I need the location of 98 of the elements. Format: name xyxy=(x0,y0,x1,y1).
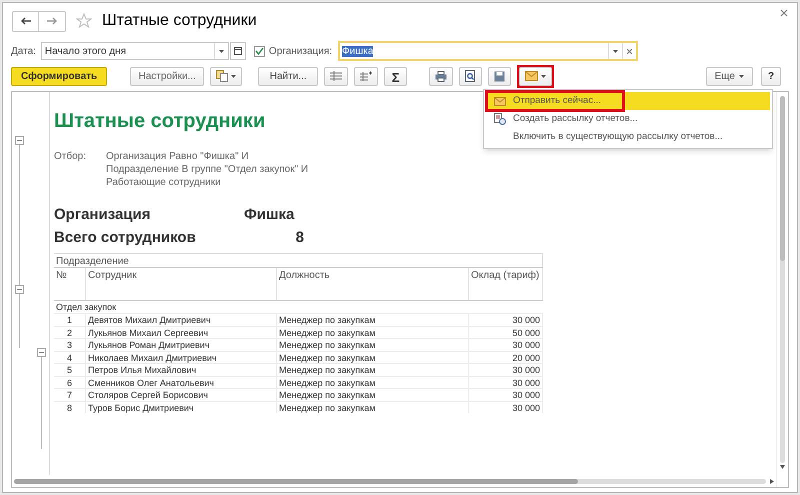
caret-icon xyxy=(541,74,546,78)
preview-button[interactable] xyxy=(459,66,482,86)
menu-item[interactable]: Создать рассылку отчетов... xyxy=(486,110,770,128)
grid-icon xyxy=(330,71,342,81)
more-button[interactable]: Еще xyxy=(706,66,753,86)
column-header: Сотрудник xyxy=(85,268,276,300)
magnifier-page-icon xyxy=(465,70,476,82)
calendar-button[interactable] xyxy=(230,42,246,60)
table-cell: Туров Борис Дмитриевич xyxy=(85,402,276,413)
caret-icon xyxy=(613,50,618,52)
table-cell: 30 000 xyxy=(468,376,543,388)
table-cell: 30 000 xyxy=(468,402,543,413)
back-arrow-icon xyxy=(20,17,30,25)
find-button[interactable]: Найти... xyxy=(258,66,318,86)
window-title: Штатные сотрудники xyxy=(102,11,257,31)
table-cell: Менеджер по закупкам xyxy=(276,376,468,388)
table-cell-text: 6 xyxy=(66,376,73,388)
scroll-right-icon xyxy=(770,478,774,484)
table-cell-text: 4 xyxy=(66,352,73,363)
caret-icon xyxy=(739,74,744,78)
summary-value: 8 xyxy=(294,228,304,248)
summary-label: Организация xyxy=(54,205,152,225)
star-icon xyxy=(76,13,92,29)
date-field[interactable]: Начало этого дня xyxy=(40,42,229,60)
column-header: Подразделение xyxy=(56,256,129,267)
send-button[interactable] xyxy=(519,66,552,86)
table-cell: Менеджер по закупкам xyxy=(276,364,468,376)
print-button[interactable] xyxy=(429,66,454,86)
caret-icon xyxy=(218,50,224,52)
column-header: № xyxy=(55,269,68,283)
table-cell-text: 5 xyxy=(66,364,73,376)
table-cell: 30 000 xyxy=(468,389,543,400)
table-cell: Лукьянов Роман Дмитриевич xyxy=(85,339,276,350)
table-cell: Петров Илья Михайлович xyxy=(85,364,276,376)
scroll-down-icon xyxy=(780,465,785,469)
table-cell: Менеджер по закупкам xyxy=(276,402,468,413)
table-cell: 50 000 xyxy=(468,326,543,338)
save-button[interactable] xyxy=(488,66,512,86)
generate-button[interactable]: Сформировать xyxy=(11,66,108,86)
table-cell-text: 2 xyxy=(66,326,73,338)
summary-label: Всего сотрудников xyxy=(54,228,197,248)
table-cell: Менеджер по закупкам xyxy=(276,314,468,326)
table-cell-text: 3 xyxy=(66,339,73,350)
table-cell: Девятов Михаил Дмитриевич xyxy=(85,314,276,326)
close-button[interactable] xyxy=(780,9,788,17)
checkmark-icon xyxy=(254,47,264,55)
table-cell: 30 000 xyxy=(468,364,543,376)
table-cell: Менеджер по закупкам xyxy=(276,352,468,363)
help-button[interactable]: ? xyxy=(761,66,781,86)
filter-condition: Работающие сотрудники xyxy=(106,176,222,189)
collapse-icon xyxy=(15,136,24,145)
table-cell: 30 000 xyxy=(468,314,543,326)
copy-button[interactable] xyxy=(210,66,242,86)
calendar-icon xyxy=(234,47,242,55)
date-label: Дата: xyxy=(11,44,36,58)
table-cell: Менеджер по закупкам xyxy=(276,326,468,338)
table-cell: 30 000 xyxy=(468,339,543,350)
menu-item[interactable]: Отправить сейчас... xyxy=(486,92,770,110)
vertical-scrollbar[interactable] xyxy=(780,96,785,463)
table-cell: Сменников Олег Анатольевич xyxy=(85,376,276,388)
collapse-icon xyxy=(37,348,46,357)
caret-icon xyxy=(231,74,236,78)
grid-plus-icon xyxy=(360,71,372,81)
table-cell: Лукьянов Михаил Сергеевич xyxy=(85,326,276,338)
column-header: Оклад (тариф) xyxy=(468,268,543,300)
table-cell-text: 8 xyxy=(66,402,73,413)
table-cell: Менеджер по закупкам xyxy=(276,389,468,400)
column-header: Должность xyxy=(276,268,468,300)
close-icon xyxy=(780,9,788,17)
group-row: Отдел закупок xyxy=(56,302,116,312)
settings-button[interactable]: Настройки... xyxy=(130,66,204,86)
report-schedule-icon xyxy=(494,113,506,125)
summary-value: Фишка xyxy=(244,205,294,225)
report-title: Штатные сотрудники xyxy=(54,109,266,134)
clear-icon xyxy=(627,48,632,54)
expand-button[interactable] xyxy=(354,66,378,86)
table-cell-text: 7 xyxy=(66,389,73,400)
copy-icon xyxy=(216,70,228,82)
filter-condition: Подразделение В группе "Отдел закупок" И xyxy=(106,163,308,176)
forward-arrow-icon xyxy=(47,17,57,25)
organization-label: Организация: xyxy=(268,44,332,58)
filter-label: Отбор: xyxy=(54,150,87,164)
table-cell: Менеджер по закупкам xyxy=(276,339,468,350)
sum-button[interactable]: Σ xyxy=(384,66,408,86)
table-cell: Николаев Михаил Дмитриевич xyxy=(85,352,276,363)
horizontal-scrollbar[interactable] xyxy=(14,478,766,484)
collapse-icon xyxy=(15,285,24,294)
table-cell: 20 000 xyxy=(468,352,543,363)
table-cell: Столяров Сергей Борисович xyxy=(85,389,276,400)
group-button[interactable] xyxy=(324,66,348,86)
menu-item[interactable]: Включить в существующую рассылку отчетов... xyxy=(486,128,770,146)
organization-field[interactable]: Фишка xyxy=(338,41,638,61)
table-cell-text: 1 xyxy=(66,314,73,326)
filter-condition: Организация Равно "Фишка" И xyxy=(106,150,250,163)
envelope-icon xyxy=(494,96,506,106)
organization-checkbox[interactable] xyxy=(254,46,265,56)
printer-icon xyxy=(435,70,448,82)
envelope-icon xyxy=(525,71,538,81)
